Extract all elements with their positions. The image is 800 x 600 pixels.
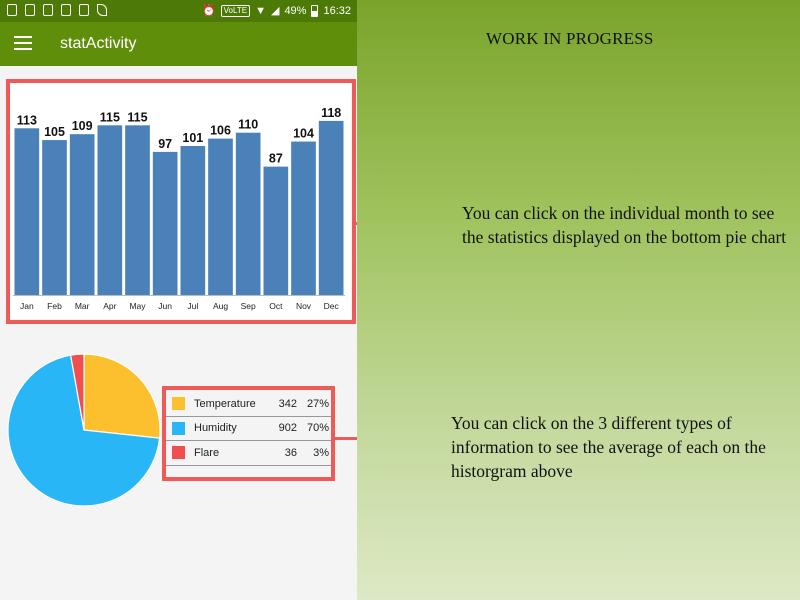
app-icon [61, 4, 71, 16]
wifi-icon: ▼ [255, 4, 266, 17]
signal-icon: ◢ [270, 5, 280, 17]
legend-highlight-box [162, 386, 335, 481]
feather-icon [97, 4, 107, 16]
bar-chart-highlight-box [6, 79, 356, 324]
pie-slice-temperature[interactable] [83, 353, 161, 439]
bar-chart-note: You can click on the individual month to… [462, 203, 787, 247]
status-bar: ⏰ VoLTE ▼ ◢ 49% 16:32 [0, 0, 357, 22]
pie-chart [7, 353, 161, 507]
pie-chart-note: You can click on the 3 different types o… [451, 413, 766, 481]
app-title: statActivity [60, 35, 137, 52]
battery-icon [311, 4, 319, 17]
annotation-panel [357, 0, 800, 600]
alarm-icon: ⏰ [201, 5, 216, 17]
message-icon [7, 4, 17, 16]
settings-icon [79, 4, 89, 16]
app-bar: statActivity [0, 22, 357, 66]
mail-icon [43, 4, 53, 16]
battery-percent: 49% [284, 4, 307, 17]
notification-icon [25, 4, 35, 16]
notification-icons [7, 4, 107, 16]
clock: 16:32 [323, 4, 351, 17]
status-right: ⏰ VoLTE ▼ ◢ 49% 16:32 [202, 4, 351, 17]
work-in-progress-heading: WORK IN PROGRESS [486, 29, 654, 48]
volte-badge: VoLTE [220, 4, 251, 17]
hamburger-menu-icon[interactable] [14, 36, 32, 50]
